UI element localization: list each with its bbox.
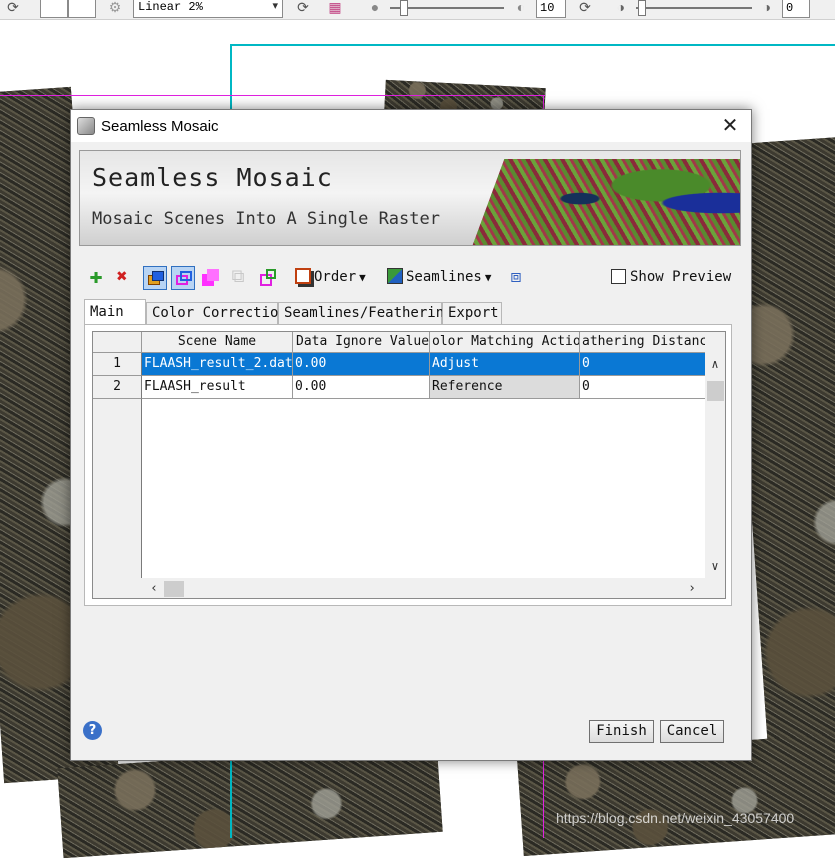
app-icon [77,117,95,135]
scroll-left-icon[interactable]: ‹ [146,580,162,598]
order-dropdown[interactable]: Order ▼ [295,264,366,290]
order-label: Order [314,269,357,285]
chevron-down-icon: ▾ [272,1,278,13]
select-outline-icon[interactable] [171,266,195,290]
corner-header [93,332,142,353]
add-scene-icon[interactable]: ✚ [85,266,107,288]
stretch-select[interactable]: Linear 2% ▾ [133,0,283,18]
reset-icon[interactable]: ⚙ [106,0,124,18]
refresh-stretch-icon[interactable]: ⟳ [294,0,312,18]
close-icon[interactable]: ✕ [717,113,743,139]
scroll-down-icon[interactable]: ∨ [705,559,725,573]
transparency-value-field[interactable]: 0 [782,0,810,18]
dialog-banner: Seamless Mosaic Mosaic Scenes Into A Sin… [79,150,741,246]
table-cell-color-action[interactable]: Reference [430,376,580,399]
table-cell-color-action[interactable]: Adjust [430,353,580,376]
table-cell-feathering[interactable]: 0 [580,353,705,376]
show-footprints-icon[interactable] [199,266,221,288]
opacity-icon: ◑ [762,1,772,17]
sharpen-value-field[interactable]: 10 [536,0,566,18]
vertical-scroll-thumb[interactable] [707,381,724,401]
checkbox-box[interactable] [611,269,626,284]
transparency-slider-track[interactable] [636,0,752,16]
table-cell-feathering[interactable]: 0 [580,376,705,399]
banner-satellite-image [472,159,740,245]
help-icon[interactable]: ? [83,721,102,740]
scroll-up-icon[interactable]: ∧ [705,357,725,371]
caret-down-icon: ▼ [359,271,366,284]
footprint-outline [0,95,545,96]
stretch-select-value: Linear 2% [138,0,203,14]
row-number[interactable]: 2 [93,376,142,399]
select-footprint-icon[interactable] [143,266,167,290]
crop-icon[interactable]: ⧈ [505,266,527,288]
tab-main[interactable]: Main [84,299,146,325]
contrast-icon: ◐ [516,1,526,17]
seamlines-icon [387,268,403,284]
horizontal-scroll-thumb[interactable] [164,581,184,597]
show-preview-checkbox[interactable]: Show Preview [611,264,731,290]
show-preview-label: Show Preview [630,269,732,285]
footprint-outline [543,760,544,838]
table-body: Scene Name Data Ignore Value olor Matchi… [142,332,705,578]
color-table-icon[interactable]: ▦ [326,0,344,18]
sharpen-slider-handle[interactable] [400,0,408,16]
column-header-color-matching[interactable]: olor Matching Actio [430,332,580,353]
main-toolbar: ⟳ ⚙ Linear 2% ▾ ⟳ ▦ ● ◐ 10 ⟳ ◑ ◑ 0 [0,0,835,20]
transparency-slider-handle[interactable] [638,0,646,16]
refresh-icon[interactable]: ⟳ [4,0,22,18]
main-tab-panel: 1 2 Scene Name Data Ignore Value olor Ma… [84,324,732,606]
show-boundaries-icon[interactable] [257,266,279,288]
footprint-outline [230,44,232,114]
zoom-full-button[interactable] [68,0,96,18]
footprint-outline [230,44,835,46]
caret-down-icon: ▼ [484,271,492,284]
dialog-titlebar[interactable]: Seamless Mosaic ✕ [71,110,751,142]
column-header-data-ignore[interactable]: Data Ignore Value [293,332,430,353]
column-header-scene-name[interactable]: Scene Name [142,332,293,353]
cancel-button[interactable]: Cancel [660,720,724,743]
row-number[interactable]: 1 [93,353,142,376]
row-header-column: 1 2 [93,332,142,578]
table-cell-scene-name[interactable]: FLAASH_result [142,376,293,399]
order-icon [295,268,311,284]
refresh-sharpen-icon[interactable]: ⟳ [576,0,594,18]
column-header-feathering[interactable]: athering Distanc [580,332,705,353]
scenes-table: 1 2 Scene Name Data Ignore Value olor Ma… [92,331,726,599]
banner-subtitle: Mosaic Scenes Into A Single Raster [92,209,440,229]
footprint-outline [230,760,232,838]
transparency-icon: ◑ [616,1,626,17]
watermark-text: https://blog.csdn.net/weixin_43057400 [556,810,795,826]
scroll-right-icon[interactable]: › [684,580,700,598]
seamlines-dropdown[interactable]: Seamlines ▼ [387,264,491,290]
dialog-title: Seamless Mosaic [101,118,219,135]
seamlines-label: Seamlines [406,269,482,285]
table-cell-data-ignore[interactable]: 0.00 [293,376,430,399]
table-cell-data-ignore[interactable]: 0.00 [293,353,430,376]
remove-scene-icon[interactable]: ✖ [111,266,133,288]
brightness-icon: ● [370,1,380,17]
sharpen-slider-track[interactable] [390,0,504,16]
tab-export[interactable]: Export [442,302,502,324]
tab-color-correction[interactable]: Color Correction [146,302,287,324]
tab-seamlines-feathering[interactable]: Seamlines/Feathering [278,302,453,324]
seamless-mosaic-dialog: Seamless Mosaic ✕ Seamless Mosaic Mosaic… [70,109,752,761]
zoom-extent-button[interactable] [40,0,68,18]
table-cell-scene-name[interactable]: FLAASH_result_2.dat [142,353,293,376]
finish-button[interactable]: Finish [589,720,654,743]
disabled-tool-icon: ⧉ [231,266,245,287]
horizontal-scrollbar[interactable]: ‹ › [142,580,705,598]
mosaic-toolbar: ✚ ✖ ⧉ Order ▼ Seamlines ▼ ⧈ Show Preview [85,264,745,290]
vertical-scrollbar[interactable]: ∧ ∨ [705,353,725,578]
banner-title: Seamless Mosaic [92,163,333,192]
